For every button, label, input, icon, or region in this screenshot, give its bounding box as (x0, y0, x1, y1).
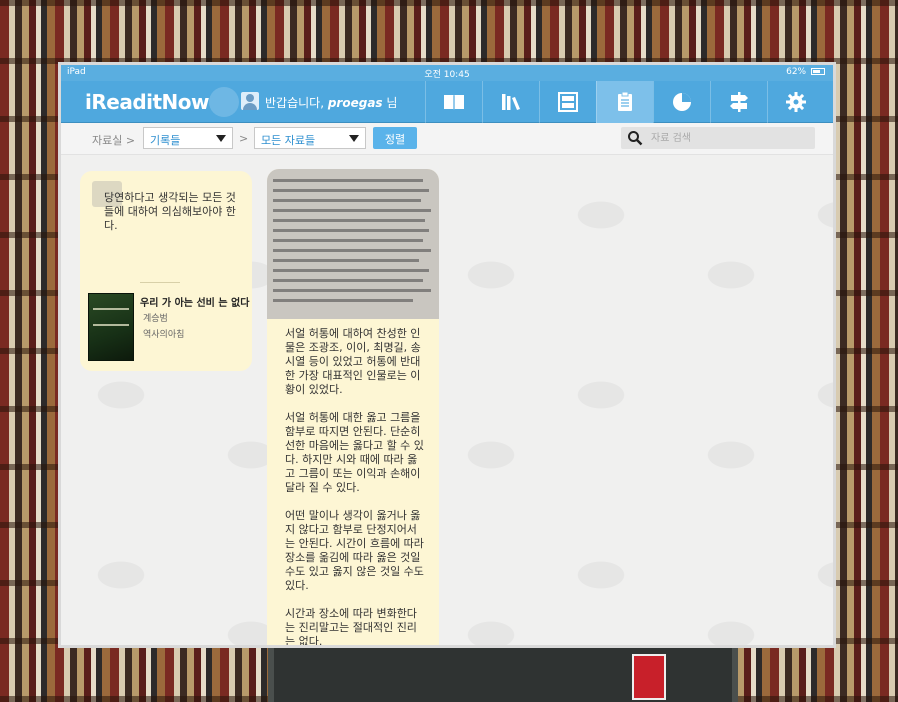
category-dropdown[interactable]: 기록들 (143, 127, 233, 149)
pie-chart-icon (673, 93, 691, 111)
photo-text-line (273, 229, 429, 232)
book-publisher: 역사의아침 (143, 330, 185, 340)
top-navbar: iReaditNow 반갑습니다, proegas 님 (61, 81, 833, 123)
nav-signpost-button[interactable] (710, 81, 767, 123)
nav-library-button[interactable] (482, 81, 539, 123)
search-input[interactable] (651, 130, 806, 146)
user-avatar-icon[interactable] (241, 92, 259, 110)
signpost-icon (730, 92, 748, 112)
nav-settings-button[interactable] (767, 81, 824, 123)
photo-text-line (273, 269, 429, 272)
gear-icon (786, 92, 806, 112)
status-bar: iPad 오전 10:45 62% (61, 65, 833, 81)
app-logo[interactable]: iReaditNow (85, 90, 210, 114)
note-paragraph: 시간과 장소에 따라 변화한다는 진리말고는 절대적인 진리는 없다. (285, 607, 417, 645)
cover-line (93, 308, 129, 316)
photo-text-line (273, 249, 431, 252)
photo-text-line (273, 289, 431, 292)
notes-content-area: 당연하다고 생각되는 모든 것들에 대하여 의심해보아야 한다. 우리 가 아는… (61, 155, 833, 645)
note-paragraph: 서얼 허통에 대한 옳고 그름을 함부로 따지면 안된다. 단순히 선한 마음에… (285, 411, 424, 494)
battery-icon (811, 68, 825, 75)
user-greeting: 반갑습니다, proegas 님 (265, 94, 397, 111)
nav-icon-bar (425, 81, 824, 123)
username[interactable]: proegas (328, 96, 383, 110)
photo-text-line (273, 239, 423, 242)
note-quote: 당연하다고 생각되는 모든 것들에 대하여 의심해보아야 한다. (104, 191, 236, 232)
note-card[interactable]: 당연하다고 생각되는 모든 것들에 대하여 의심해보아야 한다. 우리 가 아는… (80, 171, 252, 371)
logo-decoration (209, 87, 239, 117)
library-icon (502, 94, 520, 110)
note-paragraph: 어떤 말이나 생각이 옳거나 옳지 않다고 함부로 단정지어서는 안된다. 시간… (285, 509, 424, 592)
dropdown-arrow-icon (349, 135, 359, 142)
battery-percent: 62% (786, 67, 807, 77)
dropdown-arrow-icon (216, 135, 226, 142)
book-icon (444, 95, 464, 110)
photo-text-line (273, 299, 413, 302)
search-box[interactable] (621, 127, 815, 149)
breadcrumb-separator: > (239, 132, 249, 145)
cover-line (93, 324, 129, 332)
note-photo[interactable] (267, 169, 439, 319)
battery-indicator: 62% (786, 67, 825, 77)
background-door (268, 648, 738, 702)
card-divider (140, 282, 180, 283)
book-title[interactable]: 우리 가 아는 선비 는 없다 (140, 294, 249, 309)
greeting-prefix: 반갑습니다, (265, 96, 328, 110)
status-time: 오전 10:45 (424, 70, 470, 80)
photo-text-line (273, 179, 423, 182)
type-dropdown-value: 모든 자료들 (261, 134, 316, 147)
nav-book-button[interactable] (425, 81, 482, 123)
book-cover-image[interactable] (88, 293, 134, 361)
filter-toolbar: 자료실 > 기록들 > 모든 자료들 정렬 (61, 123, 833, 155)
note-card[interactable]: 서얼 허통에 대하여 찬성한 인물은 조광조, 이이, 최명길, 송시열 등이 … (267, 169, 439, 645)
ipad-screen: iPad 오전 10:45 62% iReaditNow 반갑습니다, proe… (58, 62, 836, 648)
sort-button[interactable]: 정렬 (373, 127, 417, 149)
greeting-suffix: 님 (382, 96, 398, 110)
note-paragraph: 서얼 허통에 대하여 찬성한 인물은 조광조, 이이, 최명길, 송시열 등이 … (285, 327, 421, 396)
photo-text-line (273, 259, 419, 262)
category-dropdown-value: 기록들 (150, 134, 181, 147)
search-icon (628, 131, 643, 146)
book-author: 계승범 (143, 314, 168, 324)
note-body: 서얼 허통에 대하여 찬성한 인물은 조광조, 이이, 최명길, 송시열 등이 … (285, 327, 425, 645)
photo-text-line (273, 199, 421, 202)
photo-text-line (273, 189, 429, 192)
background-sign (632, 654, 666, 700)
nav-notes-button[interactable] (596, 81, 653, 123)
breadcrumb[interactable]: 자료실 > (92, 132, 135, 148)
archive-icon (558, 92, 578, 112)
type-dropdown[interactable]: 모든 자료들 (254, 127, 366, 149)
notes-icon (618, 91, 632, 111)
nav-archive-button[interactable] (539, 81, 596, 123)
photo-text-line (273, 209, 431, 212)
nav-stats-button[interactable] (653, 81, 710, 123)
photo-text-line (273, 279, 423, 282)
photo-text-line (273, 219, 425, 222)
